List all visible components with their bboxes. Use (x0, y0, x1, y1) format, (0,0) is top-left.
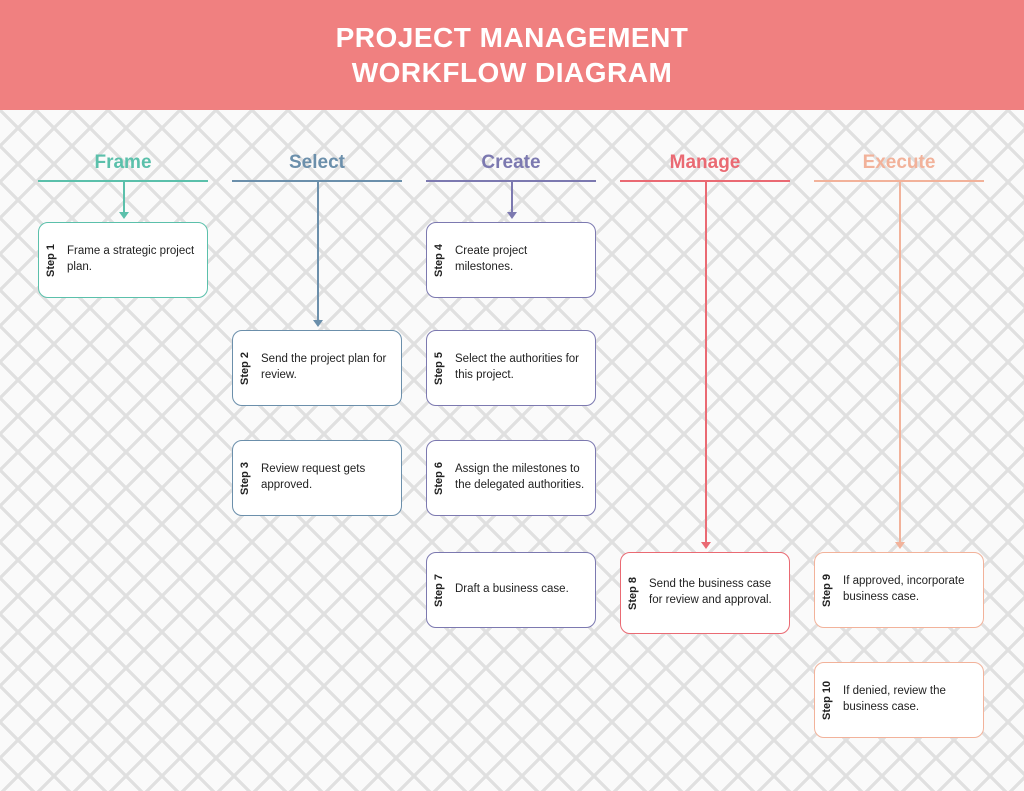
connector-frame (123, 182, 125, 212)
step-box-1: Step 1 Frame a strategic project plan. (38, 222, 208, 298)
arrow-select (313, 320, 323, 327)
workflow-diagram: Frame Select Create Manage Execute Step … (0, 110, 1024, 791)
step-label-1: Step 1 (39, 223, 63, 297)
step-box-5: Step 5 Select the authorities for this p… (426, 330, 596, 406)
step-label-4: Step 4 (427, 223, 451, 297)
title-line-1: PROJECT MANAGEMENT (336, 22, 689, 53)
step-box-7: Step 7 Draft a business case. (426, 552, 596, 628)
arrow-create (507, 212, 517, 219)
column-header-create: Create (426, 152, 596, 182)
step-label-5: Step 5 (427, 331, 451, 405)
step-text-2: Send the project plan for review. (257, 331, 401, 405)
connector-create (511, 182, 513, 212)
step-text-6: Assign the milestones to the delegated a… (451, 441, 595, 515)
title-line-2: WORKFLOW DIAGRAM (352, 57, 673, 88)
step-label-3: Step 3 (233, 441, 257, 515)
step-text-3: Review request gets approved. (257, 441, 401, 515)
step-label-6: Step 6 (427, 441, 451, 515)
step-label-7: Step 7 (427, 553, 451, 627)
column-header-select: Select (232, 152, 402, 182)
step-text-5: Select the authorities for this project. (451, 331, 595, 405)
step-text-9: If approved, incorporate business case. (839, 553, 983, 627)
step-box-8: Step 8 Send the business case for review… (620, 552, 790, 634)
connector-select (317, 182, 319, 320)
step-text-7: Draft a business case. (451, 553, 579, 627)
step-label-9: Step 9 (815, 553, 839, 627)
step-label-10: Step 10 (815, 663, 839, 737)
step-box-6: Step 6 Assign the milestones to the dele… (426, 440, 596, 516)
arrow-frame (119, 212, 129, 219)
column-label-create: Create (481, 152, 540, 173)
step-box-2: Step 2 Send the project plan for review. (232, 330, 402, 406)
step-text-10: If denied, review the business case. (839, 663, 983, 737)
step-box-9: Step 9 If approved, incorporate business… (814, 552, 984, 628)
connector-manage (705, 182, 707, 542)
step-box-10: Step 10 If denied, review the business c… (814, 662, 984, 738)
step-label-8: Step 8 (621, 553, 645, 633)
connector-execute (899, 182, 901, 542)
arrow-execute (895, 542, 905, 549)
arrow-manage (701, 542, 711, 549)
page-title: PROJECT MANAGEMENT WORKFLOW DIAGRAM (336, 20, 689, 90)
column-header-execute: Execute (814, 152, 984, 182)
page-header: PROJECT MANAGEMENT WORKFLOW DIAGRAM (0, 0, 1024, 110)
column-header-manage: Manage (620, 152, 790, 182)
step-text-8: Send the business case for review and ap… (645, 553, 789, 633)
step-box-4: Step 4 Create project milestones. (426, 222, 596, 298)
column-label-execute: Execute (863, 152, 936, 173)
step-box-3: Step 3 Review request gets approved. (232, 440, 402, 516)
step-text-4: Create project milestones. (451, 223, 595, 297)
column-header-frame: Frame (38, 152, 208, 182)
step-label-2: Step 2 (233, 331, 257, 405)
column-label-manage: Manage (670, 152, 741, 173)
column-label-select: Select (289, 152, 345, 173)
step-text-1: Frame a strategic project plan. (63, 223, 207, 297)
column-label-frame: Frame (94, 152, 151, 173)
